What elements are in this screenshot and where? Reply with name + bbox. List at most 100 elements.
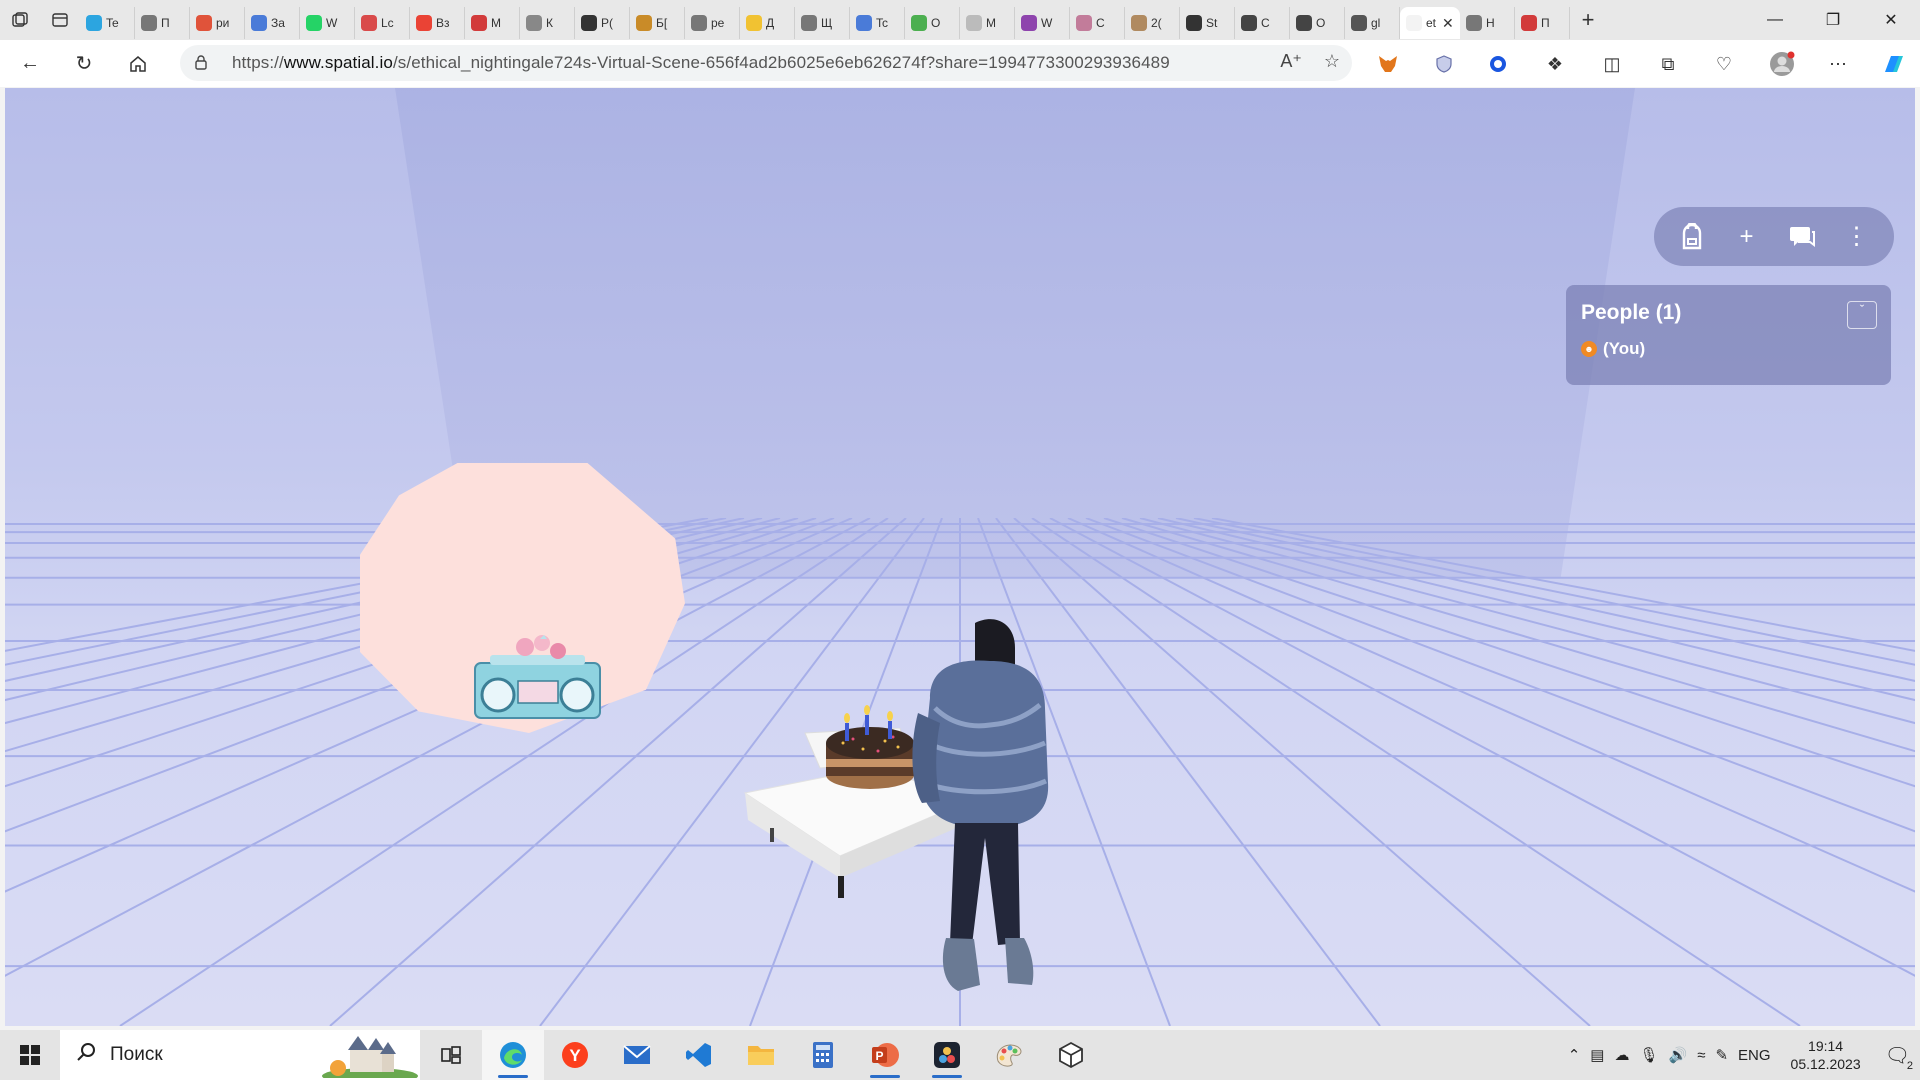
tab-title: H <box>1486 16 1495 30</box>
meet-now-icon[interactable]: ▤ <box>1590 1046 1604 1064</box>
volume-icon[interactable]: 🔊 <box>1669 1046 1688 1064</box>
minimize-button[interactable]: — <box>1746 0 1804 40</box>
browser-tab[interactable]: W <box>300 7 355 39</box>
birthday-cake[interactable] <box>823 703 918 798</box>
add-content-button[interactable]: + <box>1729 219 1765 255</box>
taskbar-paint-icon[interactable] <box>978 1030 1040 1080</box>
browser-tab[interactable]: H <box>1460 7 1515 39</box>
close-window-button[interactable]: ✕ <box>1862 0 1920 40</box>
onedrive-cloud-icon[interactable]: ☁ <box>1614 1046 1629 1064</box>
browser-tab[interactable]: Щ <box>795 7 850 39</box>
windows-logo-icon <box>20 1045 40 1065</box>
restore-button[interactable]: ❐ <box>1804 0 1862 40</box>
browser-tab[interactable]: gl <box>1345 7 1400 39</box>
taskbar-edge-icon[interactable] <box>482 1030 544 1080</box>
chat-icon[interactable] <box>1784 219 1820 255</box>
browser-tab[interactable]: St <box>1180 7 1235 39</box>
profile-avatar[interactable] <box>1762 44 1802 84</box>
reload-button[interactable]: ↻ <box>60 44 108 84</box>
browser-essentials-icon[interactable]: ♡ <box>1704 44 1744 84</box>
collapse-people-button[interactable]: ˇ <box>1847 301 1877 329</box>
browser-tab[interactable]: ри <box>190 7 245 39</box>
new-tab-button[interactable]: + <box>1570 4 1606 36</box>
browser-tab[interactable]: К <box>520 7 575 39</box>
browser-tab[interactable]: C <box>1070 7 1125 39</box>
copilot-icon[interactable] <box>1874 44 1914 84</box>
taskbar-search[interactable]: Поиск <box>60 1030 420 1080</box>
browser-tab[interactable]: Б[ <box>630 7 685 39</box>
workspaces-icon[interactable] <box>0 0 40 40</box>
favorite-star-icon[interactable]: ☆ <box>1324 51 1340 72</box>
close-tab-icon[interactable]: ✕ <box>1442 15 1454 32</box>
browser-tab[interactable]: За <box>245 7 300 39</box>
browser-tab[interactable]: Te <box>80 7 135 39</box>
input-language[interactable]: ENG <box>1738 1047 1771 1064</box>
browser-tab[interactable]: O <box>905 7 960 39</box>
task-view-button[interactable] <box>420 1030 482 1080</box>
taskbar-calculator-icon[interactable] <box>792 1030 854 1080</box>
tab-title: Вз <box>436 16 450 30</box>
boombox-object[interactable] <box>470 633 605 723</box>
microphone-icon[interactable]: 🎙 <box>1639 1046 1658 1064</box>
extensions-puzzle-icon[interactable]: ❖ <box>1535 44 1575 84</box>
tab-favicon-icon <box>1021 15 1037 31</box>
collections-icon[interactable]: ⧉ <box>1648 44 1688 84</box>
taskbar-vscode-icon[interactable] <box>668 1030 730 1080</box>
user-avatar[interactable] <box>910 613 1060 1013</box>
wifi-icon[interactable]: ≈ <box>1697 1047 1705 1064</box>
people-panel: People (1) ˇ ☻ (You) <box>1566 285 1891 385</box>
start-button[interactable] <box>0 1030 60 1080</box>
notifications-icon[interactable]: 🗨 2 <box>1885 1043 1916 1072</box>
svg-text:Y: Y <box>569 1046 581 1065</box>
notification-count: 2 <box>1903 1059 1916 1072</box>
browser-tab[interactable]: Р( <box>575 7 630 39</box>
tab-actions-icon[interactable] <box>40 0 80 40</box>
home-button[interactable] <box>114 44 162 84</box>
tab-favicon-icon <box>746 15 762 31</box>
browser-tab[interactable]: Tc <box>850 7 905 39</box>
user-avatar-icon: ☻ <box>1581 341 1597 357</box>
browser-tab[interactable]: Вз <box>410 7 465 39</box>
tab-title: Д <box>766 16 775 30</box>
show-hidden-icons-chevron-icon[interactable]: ⌃ <box>1568 1046 1581 1064</box>
spatial-3d-viewport[interactable]: + ⋮ People (1) ˇ ☻ (You) ☺ <box>5 88 1915 1026</box>
split-screen-icon[interactable]: ◫ <box>1592 44 1632 84</box>
browser-tab[interactable]: W <box>1015 7 1070 39</box>
browser-tab[interactable]: П <box>1515 7 1570 39</box>
browser-tab[interactable]: pe <box>685 7 740 39</box>
tab-title: Р( <box>601 16 613 30</box>
browser-tab[interactable]: M <box>465 7 520 39</box>
browser-tab[interactable]: П <box>135 7 190 39</box>
browser-tab[interactable]: 2( <box>1125 7 1180 39</box>
browser-tab[interactable]: O <box>1290 7 1345 39</box>
backpack-icon[interactable] <box>1674 219 1710 255</box>
metamask-extension-icon[interactable] <box>1368 44 1408 84</box>
tab-active[interactable]: et ✕ <box>1400 7 1460 39</box>
circle-extension-icon[interactable] <box>1478 44 1518 84</box>
grid-line <box>1085 517 1915 833</box>
read-aloud-icon[interactable]: A⁺ <box>1280 51 1302 72</box>
browser-tab[interactable]: M <box>960 7 1015 39</box>
more-menu-icon[interactable]: ⋮ <box>1839 219 1875 255</box>
browser-tab[interactable]: Д <box>740 7 795 39</box>
taskbar-cube-app-icon[interactable] <box>1040 1030 1102 1080</box>
people-list-item[interactable]: ☻ (You) <box>1581 339 1876 359</box>
taskbar-davinci-resolve-icon[interactable] <box>916 1030 978 1080</box>
taskbar-yandex-browser-icon[interactable]: Y <box>544 1030 606 1080</box>
clock[interactable]: 19:14 05.12.2023 <box>1791 1037 1861 1073</box>
tab-favicon-icon <box>141 15 157 31</box>
browser-tab[interactable]: C <box>1235 7 1290 39</box>
more-options-icon[interactable]: ⋯ <box>1818 44 1858 84</box>
tab-favicon-icon <box>306 15 322 31</box>
tab-favicon-icon <box>1131 15 1147 31</box>
shield-extension-icon[interactable] <box>1424 44 1464 84</box>
taskbar-powerpoint-icon[interactable]: P <box>854 1030 916 1080</box>
lock-icon[interactable] <box>194 54 216 73</box>
back-button[interactable]: ← <box>6 44 54 84</box>
address-bar[interactable]: https://www.spatial.io/s/ethical_nightin… <box>180 45 1352 81</box>
pen-icon[interactable]: ✎ <box>1715 1046 1728 1064</box>
browser-toolbar: ← ↻ https://www.spatial.io/s/ethical_nig… <box>0 40 1920 87</box>
taskbar-mail-icon[interactable] <box>606 1030 668 1080</box>
browser-tab[interactable]: Lc <box>355 7 410 39</box>
taskbar-file-explorer-icon[interactable] <box>730 1030 792 1080</box>
